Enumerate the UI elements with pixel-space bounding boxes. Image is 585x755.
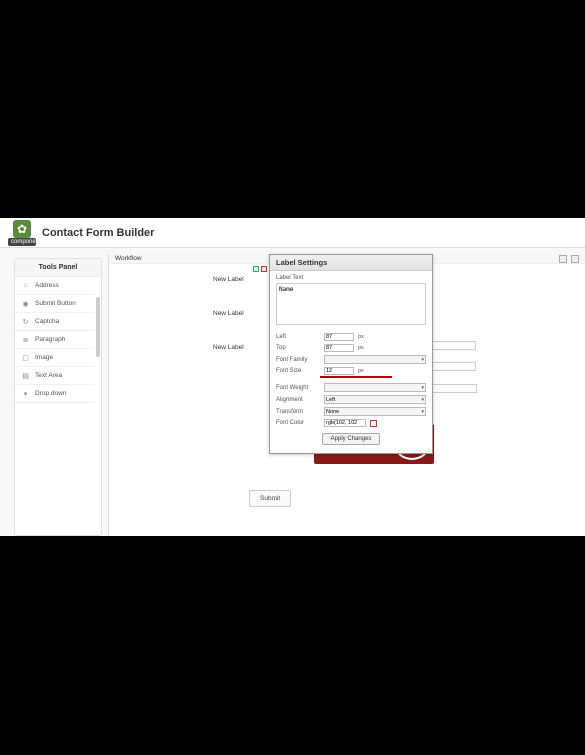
workflow-actions — [559, 255, 579, 263]
modal-title: Label Settings — [270, 255, 432, 271]
label-settings-modal: Label Settings Label Text Left px Top px — [269, 254, 433, 454]
font-size-unit: px — [358, 368, 364, 374]
tool-textarea[interactable]: ▤ Text Area — [15, 367, 95, 385]
tool-label: Paragraph — [35, 336, 65, 343]
tools-panel: Tools Panel ⌂ Address ◉ Submit Button ↻ … — [14, 258, 102, 536]
app-logo-icon: ✿ — [13, 220, 31, 238]
paragraph-icon: ≣ — [21, 335, 30, 344]
button-icon: ◉ — [21, 299, 30, 308]
tools-scroll: ⌂ Address ◉ Submit Button ↻ Captcha ≣ Pa… — [15, 277, 101, 433]
transform-label: Transform — [276, 409, 320, 415]
preview-icon[interactable] — [559, 255, 567, 263]
field-font-family: Font Family — [276, 355, 426, 364]
modal-body: Label Text Left px Top px Font Family — [270, 271, 432, 453]
field-top: Top px — [276, 344, 426, 352]
app-window: ✿ component Contact Form Builder Tools P… — [0, 218, 585, 536]
alignment-label: Alignment — [276, 397, 320, 403]
font-family-select[interactable] — [324, 355, 426, 364]
top-label: Top — [276, 345, 320, 351]
body-row: Tools Panel ⌂ Address ◉ Submit Button ↻ … — [0, 248, 585, 536]
font-size-input[interactable] — [324, 367, 354, 375]
label-text-caption: Label Text — [276, 275, 426, 281]
top-unit: px — [358, 345, 364, 351]
color-swatch-icon[interactable] — [370, 420, 377, 427]
top-input[interactable] — [324, 344, 354, 352]
font-weight-label: Font Weight — [276, 385, 320, 391]
tool-label: Text Area — [35, 372, 62, 379]
app-header: ✿ component Contact Form Builder — [0, 218, 585, 248]
scrollbar-thumb[interactable] — [96, 297, 100, 357]
tool-dropdown[interactable]: ▾ Drop down — [15, 385, 95, 403]
font-size-label: Font Size — [276, 368, 320, 374]
tool-image[interactable]: ▢ Image — [15, 349, 95, 367]
left-unit: px — [358, 334, 364, 340]
tool-label: Address — [35, 282, 59, 289]
app-title: Contact Form Builder — [42, 227, 154, 239]
tool-paragraph[interactable]: ≣ Paragraph — [15, 331, 95, 349]
apply-changes-button[interactable]: Apply Changes — [322, 433, 381, 445]
transform-select[interactable]: None — [324, 407, 426, 416]
image-icon: ▢ — [21, 353, 30, 362]
field-transform: Transform None — [276, 407, 426, 416]
canvas-input-3[interactable] — [427, 384, 477, 393]
left-input[interactable] — [324, 333, 354, 341]
textarea-icon: ▤ — [21, 371, 30, 380]
canvas-label-2[interactable]: New Label — [213, 310, 244, 317]
tool-label: Submit Button — [35, 300, 76, 307]
tools-panel-title: Tools Panel — [15, 259, 101, 277]
canvas-area: Workflow New Label New Label New Label o… — [108, 254, 585, 536]
dropdown-icon: ▾ — [21, 389, 30, 398]
label-text-input[interactable] — [276, 283, 426, 325]
workflow-title: Workflow — [115, 255, 142, 262]
tool-captcha[interactable]: ↻ Captcha — [15, 313, 95, 331]
field-font-size: Font Size px — [276, 367, 426, 375]
field-alignment: Alignment Left — [276, 395, 426, 404]
field-left: Left px — [276, 333, 426, 341]
font-color-label: Font Color — [276, 420, 320, 426]
logo-sublabel: component — [8, 238, 36, 246]
save-icon[interactable] — [571, 255, 579, 263]
add-icon[interactable] — [253, 266, 259, 272]
alignment-select[interactable]: Left — [324, 395, 426, 404]
tool-submit-button[interactable]: ◉ Submit Button — [15, 295, 95, 313]
captcha-icon: ↻ — [21, 317, 30, 326]
tool-label: Drop down — [35, 390, 66, 397]
address-icon: ⌂ — [21, 281, 30, 290]
left-label: Left — [276, 334, 320, 340]
submit-button[interactable]: Submit — [249, 490, 291, 507]
canvas-label-3[interactable]: New Label — [213, 344, 244, 351]
font-color-input[interactable] — [324, 419, 366, 427]
font-family-label: Font Family — [276, 357, 320, 363]
tool-address[interactable]: ⌂ Address — [15, 277, 95, 295]
field-font-color: Font Color — [276, 419, 426, 427]
tool-label: Image — [35, 354, 53, 361]
edit-icon[interactable] — [261, 266, 267, 272]
field-font-weight: Font Weight — [276, 383, 426, 392]
font-weight-select[interactable] — [324, 383, 426, 392]
font-size-slider[interactable] — [320, 376, 392, 378]
canvas-label-1[interactable]: New Label — [213, 276, 244, 283]
tool-label: Captcha — [35, 318, 59, 325]
